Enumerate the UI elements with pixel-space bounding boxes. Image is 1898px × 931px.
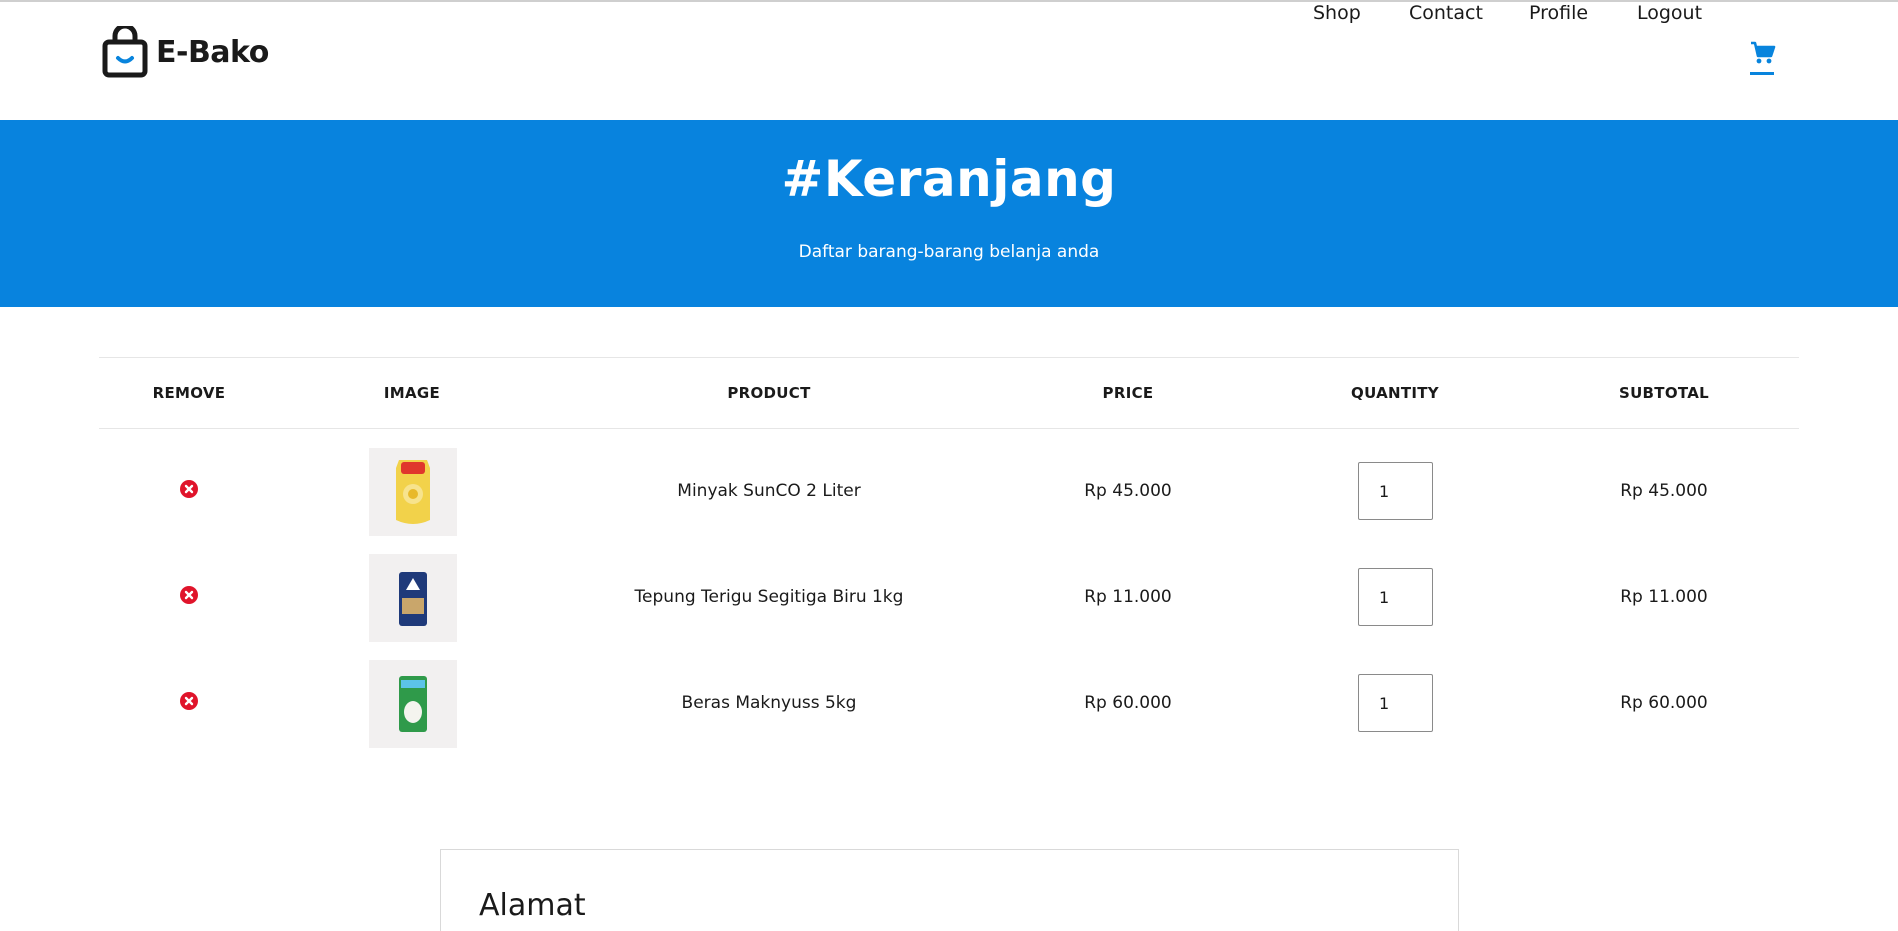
table-header: REMOVE IMAGE PRODUCT PRICE QUANTITY SUBT… xyxy=(99,357,1799,429)
product-price: Rp 45.000 xyxy=(1084,481,1172,501)
product-price: Rp 11.000 xyxy=(1084,587,1172,607)
shopping-bag-icon xyxy=(102,26,148,78)
remove-x-icon[interactable] xyxy=(180,480,198,498)
product-subtotal: Rp 60.000 xyxy=(1620,693,1708,713)
product-image[interactable] xyxy=(369,448,457,536)
brand-logo[interactable]: E-Bako xyxy=(102,26,269,78)
nav-cart[interactable] xyxy=(1750,40,1776,76)
quantity-input[interactable] xyxy=(1358,568,1433,626)
nav-logout[interactable]: Logout xyxy=(1637,2,1702,24)
page-subtitle: Daftar barang-barang belanja anda xyxy=(798,242,1100,262)
product-image[interactable] xyxy=(369,660,457,748)
product-subtotal: Rp 11.000 xyxy=(1620,587,1708,607)
flour-bag-image xyxy=(399,572,427,626)
header-image: IMAGE xyxy=(383,384,441,402)
header-quantity: QUANTITY xyxy=(1351,384,1439,402)
nav-shop[interactable]: Shop xyxy=(1313,2,1361,24)
remove-x-icon[interactable] xyxy=(180,692,198,710)
header-product: PRODUCT xyxy=(727,384,811,402)
product-name: Beras Maknyuss 5kg xyxy=(681,693,857,713)
remove-x-icon[interactable] xyxy=(180,586,198,604)
page-banner: #Keranjang Daftar barang-barang belanja … xyxy=(0,120,1898,307)
navbar: E-Bako Shop Contact Profile Logout xyxy=(0,2,1898,120)
brand-name: E-Bako xyxy=(156,34,269,70)
header-subtotal: SUBTOTAL xyxy=(1618,384,1710,402)
address-card: Alamat xyxy=(440,849,1459,931)
active-underline xyxy=(1750,72,1774,75)
table-row: Beras Maknyuss 5kg Rp 60.000 Rp 60.000 xyxy=(99,660,1799,766)
nav-profile[interactable]: Profile xyxy=(1529,2,1588,24)
table-row: Tepung Terigu Segitiga Biru 1kg Rp 11.00… xyxy=(99,554,1799,660)
address-title: Alamat xyxy=(479,888,586,923)
rice-bag-image xyxy=(399,676,427,732)
product-price: Rp 60.000 xyxy=(1084,693,1172,713)
cart-icon xyxy=(1751,41,1776,64)
product-subtotal: Rp 45.000 xyxy=(1620,481,1708,501)
nav-contact[interactable]: Contact xyxy=(1409,2,1483,24)
header-remove: REMOVE xyxy=(152,384,226,402)
oil-pouch-image xyxy=(396,460,430,524)
header-price: PRICE xyxy=(1102,384,1154,402)
cart-table: REMOVE IMAGE PRODUCT PRICE QUANTITY SUBT… xyxy=(99,357,1799,748)
page-title: #Keranjang xyxy=(781,150,1117,208)
product-name: Minyak SunCO 2 Liter xyxy=(677,481,861,501)
product-name: Tepung Terigu Segitiga Biru 1kg xyxy=(634,587,904,607)
quantity-input[interactable] xyxy=(1358,462,1433,520)
quantity-input[interactable] xyxy=(1358,674,1433,732)
table-row: Minyak SunCO 2 Liter Rp 45.000 Rp 45.000 xyxy=(99,448,1799,554)
product-image[interactable] xyxy=(369,554,457,642)
